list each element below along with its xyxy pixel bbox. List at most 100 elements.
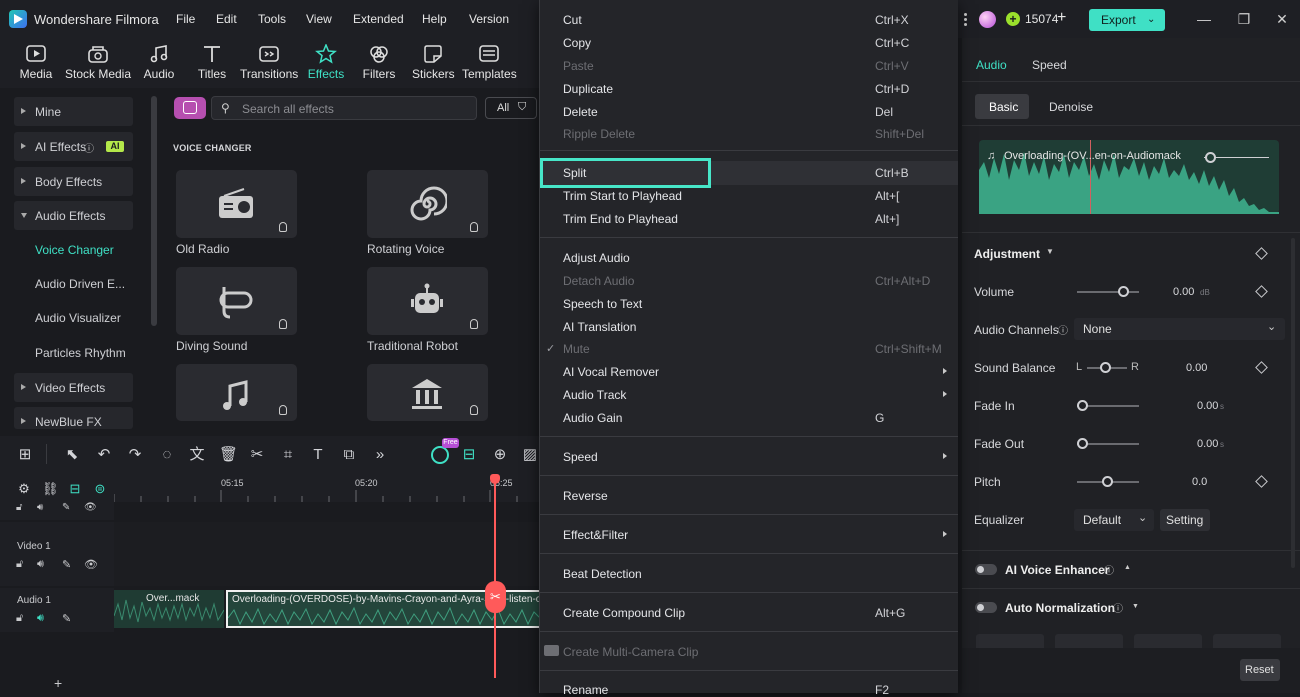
ai-voice-toggle[interactable] (975, 564, 997, 575)
fade-out-knob[interactable] (1077, 438, 1088, 449)
more-icon[interactable] (961, 10, 969, 28)
menu-item-delete[interactable]: Delete (563, 105, 598, 119)
menu-item-effect-filter[interactable]: Effect&Filter (563, 528, 628, 542)
select-icon[interactable]: ⬉ (64, 447, 80, 463)
fade-out-value[interactable]: 0.00 (1197, 438, 1218, 450)
sidebar-item-voice-changer[interactable]: Voice Changer (35, 243, 114, 257)
pitch-knob[interactable] (1102, 476, 1113, 487)
playhead-handle[interactable] (490, 474, 500, 484)
sidebar-item-video-effects[interactable]: Video Effects (14, 373, 133, 402)
adjustment-header[interactable]: Adjustment (974, 247, 1040, 261)
menu-item-cut[interactable]: Cut (563, 13, 582, 27)
minimize-icon[interactable]: — (1192, 7, 1216, 31)
effect-card-music[interactable] (176, 364, 297, 421)
menu-item-mute[interactable]: Mute (563, 342, 590, 356)
lock-icon[interactable]: 🔓︎ (16, 612, 23, 625)
menu-extended[interactable]: Extended (353, 12, 404, 26)
video-track-lane[interactable] (114, 522, 540, 586)
tab-effects[interactable]: Effects (306, 38, 346, 88)
effect-card-old-radio[interactable] (176, 170, 297, 238)
subtab-denoise[interactable]: Denoise (1049, 100, 1093, 114)
tab-media[interactable]: Media (16, 38, 56, 88)
keyframe-diamond-icon[interactable] (1255, 285, 1268, 298)
menu-item-split[interactable]: Split (563, 166, 586, 180)
download-icon[interactable] (470, 319, 478, 329)
effect-card-hall[interactable] (367, 364, 488, 421)
scissors-icon[interactable]: ✂ (249, 447, 265, 463)
snap-icon[interactable]: ⊟ (461, 447, 477, 463)
tab-audio[interactable]: Audio (140, 38, 178, 88)
settings-icon[interactable]: ⚙ (16, 481, 32, 497)
speaker-icon[interactable]: 🔊︎ (37, 502, 43, 513)
menu-item-audio-gain[interactable]: Audio Gain (563, 411, 622, 425)
balance-knob[interactable] (1100, 362, 1111, 373)
equalizer-setting-button[interactable]: Setting (1160, 509, 1210, 531)
eye-icon[interactable]: 👁︎ (84, 558, 98, 571)
download-icon[interactable] (470, 222, 478, 232)
menu-item-detach-audio[interactable]: Detach Audio (563, 274, 634, 288)
translate-icon[interactable]: 文 (189, 447, 205, 463)
search-input[interactable]: ⚲ Search all effects (211, 96, 477, 120)
lock-icon[interactable]: 🔓︎ (16, 502, 22, 513)
tab-templates[interactable]: Templates (462, 38, 517, 88)
audio-channels-select[interactable]: None ⌄ (1074, 318, 1285, 340)
add-track-plus-icon[interactable]: + (54, 675, 62, 691)
download-icon[interactable] (279, 405, 287, 415)
lock-icon[interactable]: 🔓︎ (16, 558, 23, 571)
speed-ramp-icon[interactable]: ◌ (159, 447, 175, 463)
avatar[interactable] (979, 11, 996, 28)
balance-value[interactable]: 0.00 (1186, 362, 1207, 374)
auto-normalization-toggle[interactable] (975, 602, 997, 613)
effect-card-diving-sound[interactable] (176, 267, 297, 335)
keyframe-diamond-icon[interactable] (1255, 475, 1268, 488)
menu-item-create-multicam-clip[interactable]: Create Multi-Camera Clip (563, 645, 698, 659)
mute-audio-icon[interactable]: ✎ (62, 558, 71, 571)
panel-scrollbar[interactable] (1291, 238, 1295, 568)
help-icon[interactable]: ⓘ (1058, 322, 1068, 337)
fade-in-knob[interactable] (1077, 400, 1088, 411)
download-icon[interactable] (279, 319, 287, 329)
menu-item-speech-to-text[interactable]: Speech to Text (563, 297, 642, 311)
menu-item-ai-vocal-remover[interactable]: AI Vocal Remover (563, 365, 659, 379)
undo-icon[interactable]: ↶ (96, 447, 112, 463)
add-credits-icon[interactable]: + (1057, 9, 1066, 27)
maximize-icon[interactable]: ❐ (1232, 7, 1256, 31)
close-icon[interactable]: ✕ (1270, 7, 1294, 31)
group-icon[interactable]: ⊜ (92, 481, 108, 497)
menu-edit[interactable]: Edit (216, 12, 237, 26)
tab-filters[interactable]: Filters (362, 38, 396, 88)
sidebar-item-ai-effects[interactable]: AI Effects ⓘ AI (14, 132, 133, 161)
caret-down-icon[interactable]: ▼ (1132, 603, 1139, 610)
menu-help[interactable]: Help (422, 12, 447, 26)
menu-item-beat-detection[interactable]: Beat Detection (563, 567, 642, 581)
playhead[interactable] (494, 474, 496, 678)
link-icon[interactable]: ⊟ (67, 481, 83, 497)
effect-card-rotating-voice[interactable] (367, 170, 488, 238)
sidebar-item-newblue-fx[interactable]: NewBlue FX (14, 407, 133, 429)
waveform-volume-knob[interactable] (1205, 152, 1216, 163)
add-track-icon[interactable]: ⊕ (492, 447, 508, 463)
tab-transitions[interactable]: Transitions (240, 38, 298, 88)
delete-icon[interactable]: 🗑 (219, 447, 238, 463)
sidebar-item-body-effects[interactable]: Body Effects (14, 167, 133, 196)
sidebar-item-audio-visualizer[interactable]: Audio Visualizer (35, 311, 121, 325)
sidebar-item-mine[interactable]: Mine (14, 97, 133, 126)
effects-store-button[interactable] (174, 97, 206, 119)
keyframe-diamond-icon[interactable] (1255, 361, 1268, 374)
equalizer-select[interactable]: Default ⌄ (1074, 509, 1154, 531)
menu-item-duplicate[interactable]: Duplicate (563, 82, 613, 96)
mute-audio-icon[interactable]: ✎ (62, 612, 71, 625)
effect-card-traditional-robot[interactable] (367, 267, 488, 335)
tab-stock-media[interactable]: Stock Media (64, 38, 132, 88)
tab-audio-prop[interactable]: Audio (976, 58, 1007, 72)
sidebar-item-particles-rhythm[interactable]: Particles Rhythm (35, 346, 126, 360)
audio-waveform-preview[interactable]: ♫ Overloading-(OV...en-on-Audiomack (979, 140, 1279, 214)
menu-item-paste[interactable]: Paste (563, 59, 594, 73)
menu-version[interactable]: Version (469, 12, 509, 26)
menu-item-trim-start[interactable]: Trim Start to Playhead (563, 189, 682, 203)
audio-clip-short[interactable]: Over...mack (114, 590, 224, 628)
sidebar-item-audio-driven[interactable]: Audio Driven E... (35, 277, 125, 291)
menu-item-trim-end[interactable]: Trim End to Playhead (563, 212, 678, 226)
volume-value[interactable]: 0.00 (1173, 286, 1194, 298)
volume-slider[interactable] (1077, 291, 1139, 293)
